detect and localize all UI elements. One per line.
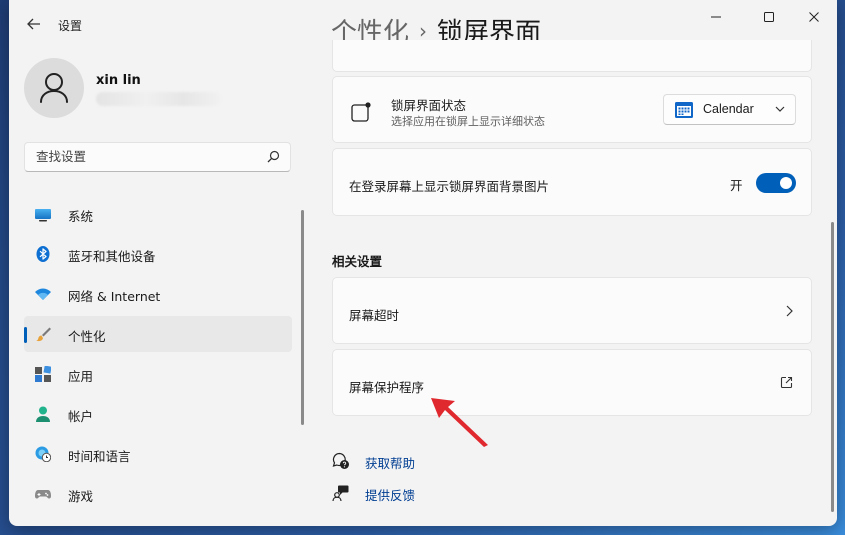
lock-screen-status-card: 锁屏界面状态 选择应用在锁屏上显示详细状态 Calendar [332, 76, 812, 143]
bluetooth-icon [36, 246, 50, 262]
gamepad-icon [35, 490, 51, 499]
sidebar-item-label: 应用 [68, 369, 94, 384]
sidebar-item-accounts[interactable]: 帐户 [24, 396, 292, 432]
close-button[interactable] [791, 8, 837, 28]
card-partial-top [332, 40, 812, 72]
maximize-icon [764, 12, 774, 22]
related-settings-heading: 相关设置 [332, 254, 383, 269]
sidebar-item-gaming[interactable]: 游戏 [24, 476, 292, 512]
sidebar-item-time-language[interactable]: 时间和语言 [24, 436, 292, 472]
back-arrow-icon [27, 18, 40, 30]
minimize-button[interactable] [693, 8, 739, 28]
sidebar-scrollbar[interactable] [301, 210, 304, 425]
lock-status-dropdown[interactable]: Calendar [663, 94, 796, 125]
sidebar-nav: 系统 蓝牙和其他设备 网络 & Internet 个性化 应用 帐户 时间和语言… [24, 196, 292, 516]
search-box[interactable] [24, 142, 291, 172]
calendar-icon [675, 102, 693, 118]
screen-timeout-row[interactable]: 屏幕超时 [332, 277, 812, 344]
signin-background-toggle[interactable] [756, 173, 796, 193]
app-status-icon [351, 102, 371, 122]
give-feedback-label: 提供反馈 [365, 488, 416, 503]
sidebar-item-label: 个性化 [68, 329, 106, 344]
screen-timeout-label: 屏幕超时 [349, 308, 400, 323]
user-silhouette-icon [40, 73, 68, 103]
back-button[interactable] [23, 14, 45, 36]
close-icon [809, 12, 819, 22]
sidebar-item-network[interactable]: 网络 & Internet [24, 276, 292, 312]
lock-status-title: 锁屏界面状态 [391, 98, 467, 113]
avatar[interactable] [24, 58, 84, 118]
wifi-icon [35, 288, 51, 300]
sidebar-item-bluetooth[interactable]: 蓝牙和其他设备 [24, 236, 292, 272]
sidebar-item-personalization[interactable]: 个性化 [24, 316, 292, 352]
screen-saver-label: 屏幕保护程序 [349, 380, 425, 395]
get-help-label: 获取帮助 [365, 456, 416, 471]
external-link-icon [780, 376, 793, 389]
chevron-down-icon [775, 106, 785, 112]
sidebar-item-label: 游戏 [68, 489, 94, 504]
sidebar-item-system[interactable]: 系统 [24, 196, 292, 232]
lock-status-subtitle: 选择应用在锁屏上显示详细状态 [391, 115, 545, 128]
main-scrollbar[interactable] [831, 222, 834, 512]
sidebar-item-label: 网络 & Internet [68, 289, 161, 304]
lock-status-selected: Calendar [703, 102, 754, 116]
settings-window: 设置 xin lin 系统 [9, 0, 837, 526]
apps-icon [35, 366, 51, 382]
signin-background-card: 在登录屏幕上显示锁屏界面背景图片 开 [332, 148, 812, 216]
minimize-icon [711, 16, 721, 18]
toggle-state-label: 开 [730, 178, 743, 193]
search-icon[interactable] [267, 150, 280, 163]
person-icon [36, 406, 50, 422]
monitor-icon [35, 209, 51, 222]
signin-background-label: 在登录屏幕上显示锁屏界面背景图片 [349, 179, 550, 194]
user-name: xin lin [96, 73, 141, 88]
globe-clock-icon [35, 446, 51, 462]
screen-saver-row[interactable]: 屏幕保护程序 [332, 349, 812, 416]
maximize-button[interactable] [746, 8, 792, 28]
feedback-icon [332, 485, 349, 502]
sidebar-item-label: 系统 [68, 209, 94, 224]
brush-icon [36, 327, 51, 342]
sidebar-item-apps[interactable]: 应用 [24, 356, 292, 392]
user-email-blurred [96, 92, 221, 106]
sidebar-item-label: 时间和语言 [68, 449, 131, 464]
sidebar-item-label: 帐户 [68, 409, 94, 424]
toggle-knob [780, 177, 792, 189]
annotation-arrow-icon [431, 398, 488, 447]
chevron-right-icon [786, 305, 793, 317]
sidebar-item-label: 蓝牙和其他设备 [68, 249, 156, 264]
app-title: 设置 [58, 19, 83, 33]
search-input[interactable] [34, 148, 258, 165]
help-icon [332, 452, 349, 469]
